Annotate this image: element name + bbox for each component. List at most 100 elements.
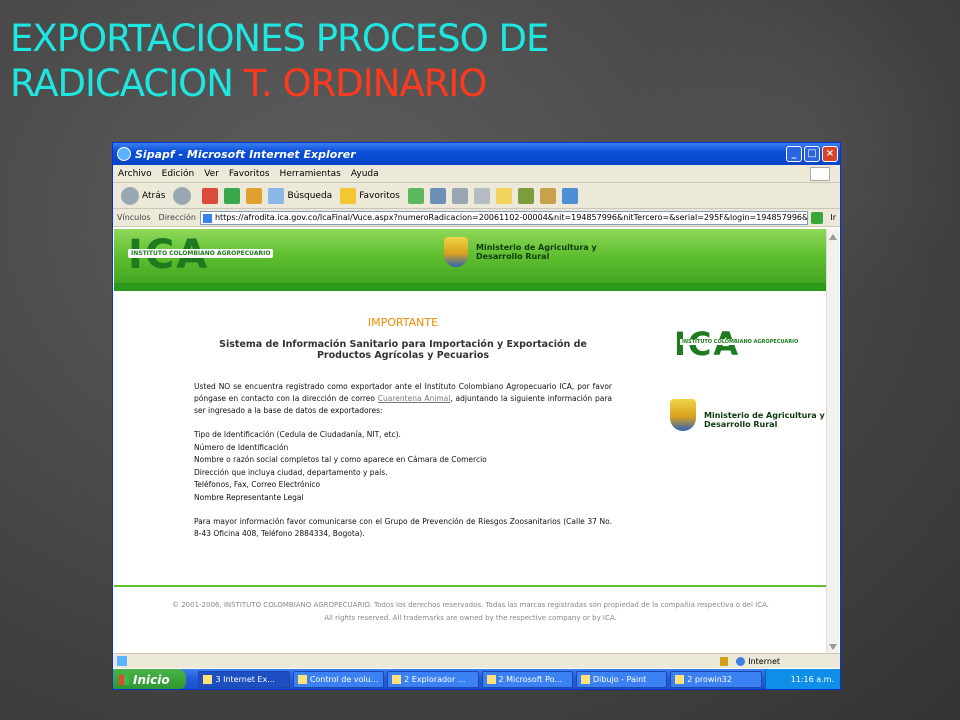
slide-title-line2: RADICACION T. ORDINARIO [10, 61, 710, 106]
search-icon [268, 187, 285, 204]
research-icon[interactable] [517, 187, 534, 204]
slide-title-ordinario: T. ORDINARIO [243, 62, 488, 105]
importante-heading: IMPORTANTE [367, 316, 439, 329]
menu-ver[interactable]: Ver [199, 169, 224, 179]
taskbar-item-label: 2 prowin32 [687, 675, 732, 684]
requirements-list: Tipo de Identificación (Cedula de Ciudad… [194, 429, 612, 504]
page-icon [202, 213, 212, 223]
page-content: ICA INSTITUTO COLOMBIANO AGROPECUARIO Mi… [114, 229, 827, 653]
ica-logo-subtitle: INSTITUTO COLOMBIANO AGROPECUARIO [128, 249, 274, 258]
address-input[interactable]: https://afrodita.ica.gov.co/IcaFinal/Vuc… [199, 210, 809, 225]
colombia-shield-icon [670, 399, 696, 431]
windows-logo-icon [810, 166, 830, 181]
refresh-icon[interactable] [224, 187, 241, 204]
search-button[interactable]: Búsqueda [268, 187, 333, 204]
scroll-down-icon[interactable] [829, 644, 837, 650]
notice-body: IMPORTANTE Sistema de Información Sanita… [194, 317, 612, 552]
taskbar-item-label: 3 Internet Ex... [215, 675, 275, 684]
forward-button[interactable] [173, 186, 194, 205]
address-label: Dirección [158, 213, 196, 222]
tools-icon[interactable] [561, 187, 578, 204]
footer-divider [114, 585, 827, 587]
menu-edicion[interactable]: Edición [157, 169, 200, 179]
maximize-button[interactable]: □ [804, 146, 820, 162]
mail-icon[interactable] [429, 187, 446, 204]
messenger-icon[interactable] [539, 187, 556, 204]
folder-icon[interactable] [495, 187, 512, 204]
forward-arrow-icon [173, 186, 192, 205]
taskbar-item-label: 2 Microsoft Po... [498, 675, 563, 684]
start-button[interactable]: Inicio [113, 669, 187, 689]
requirement-item: Número de Identificación [194, 442, 289, 452]
search-label: Búsqueda [287, 190, 333, 201]
system-tray: 11:16 a.m. [764, 669, 840, 689]
back-button[interactable]: Atrás [121, 186, 166, 205]
powerpoint-icon [486, 675, 496, 684]
folder-icon [392, 675, 402, 684]
go-button[interactable]: Ir [826, 213, 840, 222]
requirement-item: Dirección que incluya ciudad, departamen… [194, 467, 388, 477]
menu-bar: Archivo Edición Ver Favoritos Herramient… [113, 165, 840, 183]
ie-icon [203, 675, 213, 684]
banner-divider [114, 283, 827, 291]
menu-ayuda[interactable]: Ayuda [346, 169, 384, 179]
taskbar-item-label: Control de volu... [309, 675, 379, 684]
taskbar-item-explorer[interactable]: 2 Explorador ... [387, 671, 479, 688]
taskbar-item-internet-explorer[interactable]: 3 Internet Ex... [198, 671, 290, 688]
requirement-item: Nombre o razón social completos tal y co… [194, 455, 487, 464]
footer-rights: All rights reserved. All trademarks are … [324, 614, 617, 622]
menu-archivo[interactable]: Archivo [113, 169, 157, 179]
requirement-item: Tipo de Identificación (Cedula de Ciudad… [194, 430, 401, 439]
toolbar: Atrás Búsqueda Favoritos [113, 183, 840, 209]
window-titlebar[interactable]: Sipapf - Microsoft Internet Explorer _ □… [113, 143, 840, 165]
start-label: Inicio [133, 672, 170, 687]
scroll-up-icon[interactable] [829, 232, 837, 240]
globe-icon [736, 656, 746, 666]
windows-flag-icon [119, 674, 129, 685]
taskbar-item-label: 2 Explorador ... [404, 675, 466, 684]
favorites-button[interactable]: Favoritos [340, 187, 400, 204]
ica-logo-right-subtitle: INSTITUTO COLOMBIANO AGROPECUARIO [680, 339, 801, 345]
minimize-button[interactable]: _ [786, 146, 802, 162]
taskbar: Inicio 3 Internet Ex... Control de volu.… [113, 669, 840, 689]
colombia-shield-icon [444, 237, 468, 267]
window-title: Sipapf - Microsoft Internet Explorer [135, 147, 356, 161]
taskbar-item-paint[interactable]: Dibujo - Paint [575, 671, 668, 688]
edit-icon[interactable] [473, 187, 490, 204]
menu-favoritos[interactable]: Favoritos [224, 169, 275, 179]
volume-icon [297, 675, 307, 684]
address-bar: Vínculos Dirección https://afrodita.ica.… [113, 209, 840, 227]
slide-title-line1: EXPORTACIONES PROCESO DE [10, 17, 549, 60]
footer-copyright: © 2001-2006, INSTITUTO COLOMBIANO AGROPE… [171, 601, 770, 609]
print-icon[interactable] [451, 187, 468, 204]
stop-icon[interactable] [202, 187, 219, 204]
back-label: Atrás [142, 190, 166, 201]
contact-paragraph: Para mayor información favor comunicarse… [194, 517, 612, 538]
intro-paragraph: Usted NO se encuentra registrado como ex… [194, 381, 612, 417]
requirement-item: Nombre Representante Legal [194, 492, 304, 502]
page-status-icon [117, 656, 127, 666]
cuarentena-animal-link[interactable]: Cuarentena Animal [378, 394, 451, 403]
menu-herramientas[interactable]: Herramientas [275, 169, 346, 179]
go-arrow-icon[interactable] [811, 211, 824, 224]
home-icon[interactable] [246, 187, 263, 204]
taskbar-item-powerpoint[interactable]: 2 Microsoft Po... [481, 671, 573, 688]
system-title: Sistema de Información Sanitario para Im… [219, 339, 587, 361]
footer: © 2001-2006, INSTITUTO COLOMBIANO AGROPE… [114, 599, 827, 625]
zone-label: Internet [748, 656, 780, 666]
vertical-scrollbar[interactable] [826, 229, 839, 653]
history-icon[interactable] [407, 187, 424, 204]
ministry-label: Ministerio de Agricultura y Desarrollo R… [476, 243, 597, 261]
ica-banner: ICA INSTITUTO COLOMBIANO AGROPECUARIO Mi… [114, 229, 827, 283]
ministry-label-right: Ministerio de Agricultura y Desarrollo R… [704, 411, 825, 429]
status-bar: Internet [113, 653, 840, 668]
ie-icon [117, 147, 131, 161]
browser-window: Sipapf - Microsoft Internet Explorer _ □… [112, 142, 841, 690]
taskbar-item-volume-control[interactable]: Control de volu... [292, 671, 385, 688]
clock: 11:16 a.m. [790, 675, 835, 684]
close-button[interactable]: × [822, 146, 838, 162]
taskbar-item-label: Dibujo - Paint [592, 675, 647, 684]
requirement-item: Teléfonos, Fax, Correo Electrónico [194, 480, 321, 489]
links-label[interactable]: Vínculos [113, 213, 155, 222]
taskbar-item-prowin32[interactable]: 2 prowin32 [670, 671, 762, 688]
